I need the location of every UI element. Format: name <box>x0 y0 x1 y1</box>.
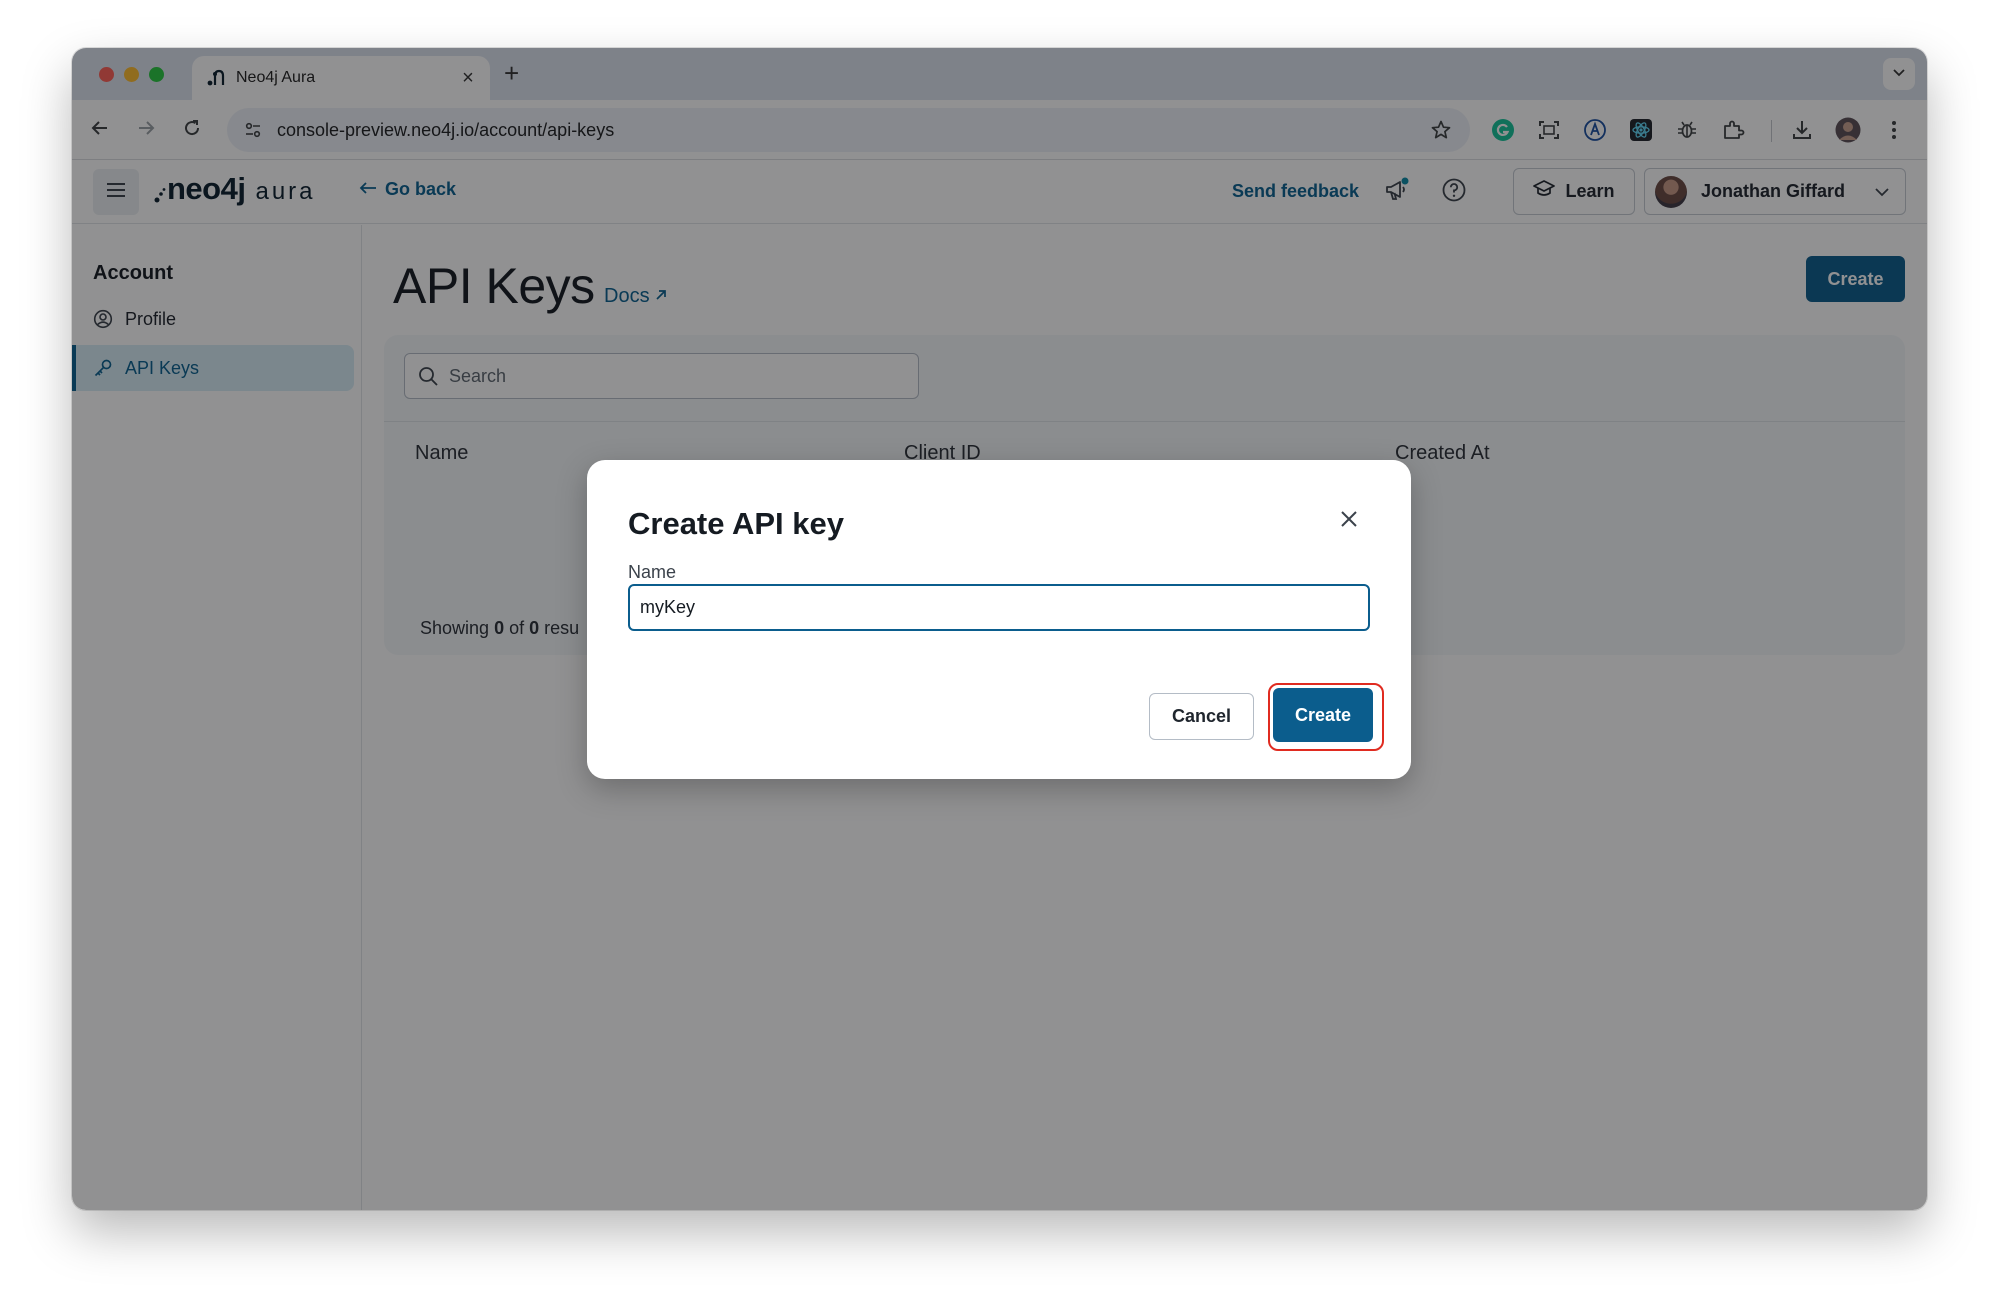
name-field-label: Name <box>628 562 677 582</box>
browser-window: Neo4j Aura × + console-preview.neo4j.io/… <box>72 48 1927 1210</box>
dialog-title: Create API key <box>628 506 844 541</box>
dialog-close-button[interactable] <box>1337 509 1361 533</box>
create-api-key-dialog: Create API key Name Cancel Create <box>587 460 1411 779</box>
close-icon <box>1340 510 1358 533</box>
name-field[interactable] <box>628 584 1370 631</box>
name-input[interactable] <box>640 597 1340 618</box>
cancel-button[interactable]: Cancel <box>1149 693 1254 740</box>
create-button[interactable]: Create <box>1273 688 1373 742</box>
